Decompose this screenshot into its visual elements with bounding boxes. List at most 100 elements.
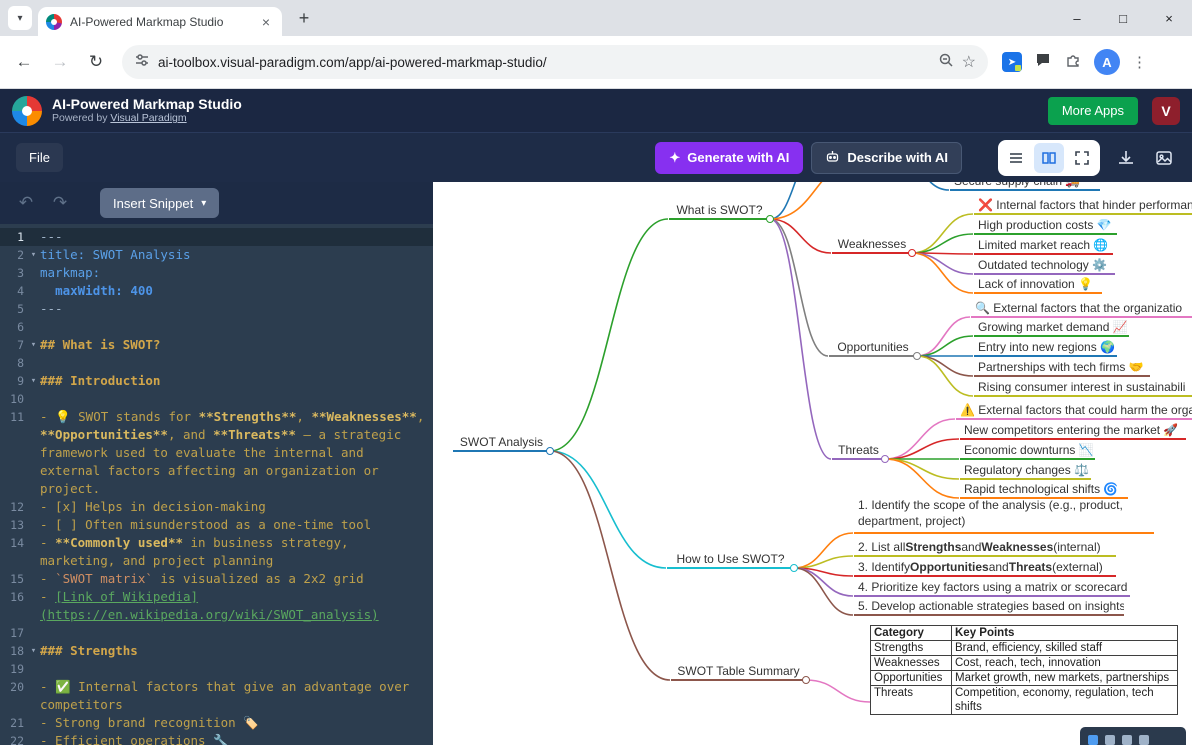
new-tab-button[interactable]: +: [290, 4, 318, 32]
browser-menu-icon[interactable]: ⋮: [1132, 53, 1147, 71]
fold-chevron-icon[interactable]: ▾: [27, 246, 40, 264]
editor-line[interactable]: 5---: [0, 300, 433, 318]
fold-chevron-icon[interactable]: ▾: [27, 642, 40, 660]
node-circle-htu[interactable]: [790, 564, 798, 572]
map-node-htu[interactable]: How to Use SWOT?: [667, 548, 794, 569]
reload-button[interactable]: ↻: [84, 50, 108, 74]
editor-line[interactable]: 18▾### Strengths: [0, 642, 433, 660]
markdown-editor[interactable]: ↶ ↷ Insert Snippet ▾ 1---2▾title: SWOT A…: [0, 182, 433, 745]
markmap-canvas[interactable]: Secure supply chain 🚚 SWOT Analysis What i…: [433, 182, 1192, 745]
file-menu-button[interactable]: File: [16, 143, 63, 172]
editor-line[interactable]: 12- [x] Helps in decision-making: [0, 498, 433, 516]
profile-avatar[interactable]: A: [1094, 49, 1120, 75]
map-node-t3[interactable]: Economic downturns 📉: [960, 439, 1095, 460]
node-circle-weak[interactable]: [908, 249, 916, 257]
editor-line[interactable]: 9▾### Introduction: [0, 372, 433, 390]
editor-line[interactable]: 15- `SWOT matrix` is visualized as a 2x2…: [0, 570, 433, 588]
map-node-w5[interactable]: Lack of innovation 💡: [974, 273, 1102, 294]
editor-line[interactable]: 8: [0, 354, 433, 372]
close-button[interactable]: ×: [1146, 0, 1192, 36]
tab-search-button[interactable]: ▾: [8, 6, 32, 30]
insert-snippet-button[interactable]: Insert Snippet ▾: [100, 188, 219, 218]
map-node-secure[interactable]: Secure supply chain 🚚: [950, 182, 1100, 191]
map-node-h5[interactable]: 5. Develop actionable strategies based o…: [854, 595, 1124, 616]
map-node-w4[interactable]: Outdated technology ⚙️: [974, 254, 1115, 275]
map-node-t4[interactable]: Regulatory changes ⚖️: [960, 459, 1091, 480]
node-circle-tbl[interactable]: [802, 676, 810, 684]
editor-line[interactable]: 10: [0, 390, 433, 408]
editor-line[interactable]: 3markmap:: [0, 264, 433, 282]
map-node-o2[interactable]: Growing market demand 📈: [974, 316, 1129, 337]
map-node-h2[interactable]: 2. List all Strengths and Weaknesses (in…: [854, 536, 1116, 557]
map-node-t2[interactable]: New competitors entering the market 🚀: [960, 419, 1186, 440]
undo-button[interactable]: ↶: [14, 193, 38, 213]
extensions-puzzle-icon[interactable]: [1064, 51, 1082, 74]
node-circle-thr[interactable]: [881, 455, 889, 463]
node-circle-opp[interactable]: [913, 352, 921, 360]
browser-tab[interactable]: AI-Powered Markmap Studio ×: [38, 7, 282, 36]
map-node-w1[interactable]: ❌ Internal factors that hinder performan: [974, 194, 1192, 215]
map-node-opp[interactable]: Opportunities: [829, 336, 917, 357]
generate-with-ai-button[interactable]: ✦ Generate with AI: [655, 142, 803, 174]
editor-line[interactable]: 17: [0, 624, 433, 642]
minimize-button[interactable]: –: [1054, 0, 1100, 36]
url-bar[interactable]: ai-toolbox.visual-paradigm.com/app/ai-po…: [122, 45, 988, 79]
map-node-o3[interactable]: Entry into new regions 🌍: [974, 336, 1117, 357]
map-node-tbl[interactable]: SWOT Table Summary: [671, 660, 806, 681]
map-node-w2[interactable]: High production costs 💎: [974, 214, 1117, 235]
redo-button[interactable]: ↷: [48, 193, 72, 213]
editor-lines[interactable]: 1---2▾title: SWOT Analysis3markmap:4 max…: [0, 224, 433, 745]
fit-view-icon[interactable]: [1139, 735, 1149, 745]
map-node-w3[interactable]: Limited market reach 🌐: [974, 234, 1113, 255]
editor-line[interactable]: 19: [0, 660, 433, 678]
editor-line[interactable]: 13- [ ] Often misunderstood as a one-tim…: [0, 516, 433, 534]
download-icon[interactable]: [1114, 146, 1138, 170]
site-settings-icon[interactable]: [134, 52, 150, 73]
map-node-h1[interactable]: 1. Identify the scope of the analysis (e…: [854, 497, 1154, 534]
maximize-button[interactable]: □: [1100, 0, 1146, 36]
node-circle-wis[interactable]: [766, 215, 774, 223]
map-node-weak[interactable]: Weaknesses: [832, 233, 912, 254]
zoom-out-icon[interactable]: [1122, 735, 1132, 745]
editor-line[interactable]: 22- Efficient operations 🔧: [0, 732, 433, 745]
editor-line[interactable]: 20- ✅ Internal factors that give an adva…: [0, 678, 433, 714]
editor-line[interactable]: 21- Strong brand recognition 🏷️: [0, 714, 433, 732]
map-node-thr[interactable]: Threats: [832, 439, 885, 460]
fold-chevron-icon[interactable]: ▾: [27, 372, 40, 390]
map-node-o5[interactable]: Rising consumer interest in sustainabili: [974, 376, 1192, 397]
map-node-o4[interactable]: Partnerships with tech firms 🤝: [974, 356, 1150, 377]
editor-line[interactable]: 6: [0, 318, 433, 336]
forward-button[interactable]: →: [48, 50, 72, 74]
map-node-t1[interactable]: ⚠️ External factors that could harm the …: [956, 399, 1192, 420]
map-node-h4[interactable]: 4. Prioritize key factors using a matrix…: [854, 576, 1130, 597]
tab-close-icon[interactable]: ×: [258, 14, 274, 30]
map-node-o1[interactable]: 🔍 External factors that the organizatio: [971, 297, 1192, 318]
map-node-wis[interactable]: What is SWOT?: [669, 199, 770, 220]
editor-line[interactable]: 11- 💡 SWOT stands for **Strengths**, **W…: [0, 408, 433, 498]
editor-line[interactable]: 7▾## What is SWOT?: [0, 336, 433, 354]
markmap-toolbar[interactable]: [1080, 727, 1186, 745]
split-view-button[interactable]: [1034, 143, 1064, 173]
zoom-icon[interactable]: [938, 52, 954, 73]
back-button[interactable]: ←: [12, 50, 36, 74]
editor-line[interactable]: 2▾title: SWOT Analysis: [0, 246, 433, 264]
extension-icon[interactable]: ➤: [1002, 52, 1022, 72]
node-circle-root[interactable]: [546, 447, 554, 455]
map-node-h3[interactable]: 3. Identify Opportunities and Threats (e…: [854, 556, 1116, 577]
outline-view-button[interactable]: [1001, 143, 1031, 173]
bookmark-star-icon[interactable]: ☆: [962, 52, 976, 72]
editor-line[interactable]: 4 maxWidth: 400: [0, 282, 433, 300]
user-avatar[interactable]: V: [1152, 97, 1180, 125]
describe-with-ai-button[interactable]: Describe with AI: [811, 142, 962, 174]
fold-chevron-icon[interactable]: ▾: [27, 336, 40, 354]
editor-line[interactable]: 16- [Link of Wikipedia](https://en.wikip…: [0, 588, 433, 624]
map-node-root[interactable]: SWOT Analysis: [453, 431, 550, 452]
editor-line[interactable]: 14- **Commonly used** in business strate…: [0, 534, 433, 570]
visual-paradigm-link[interactable]: Visual Paradigm: [110, 112, 186, 124]
fullscreen-button[interactable]: [1067, 143, 1097, 173]
zoom-in-icon[interactable]: [1105, 735, 1115, 745]
export-image-icon[interactable]: [1152, 146, 1176, 170]
chat-extension-icon[interactable]: [1034, 51, 1052, 74]
editor-line[interactable]: 1---: [0, 228, 433, 246]
more-apps-button[interactable]: More Apps: [1048, 97, 1138, 125]
